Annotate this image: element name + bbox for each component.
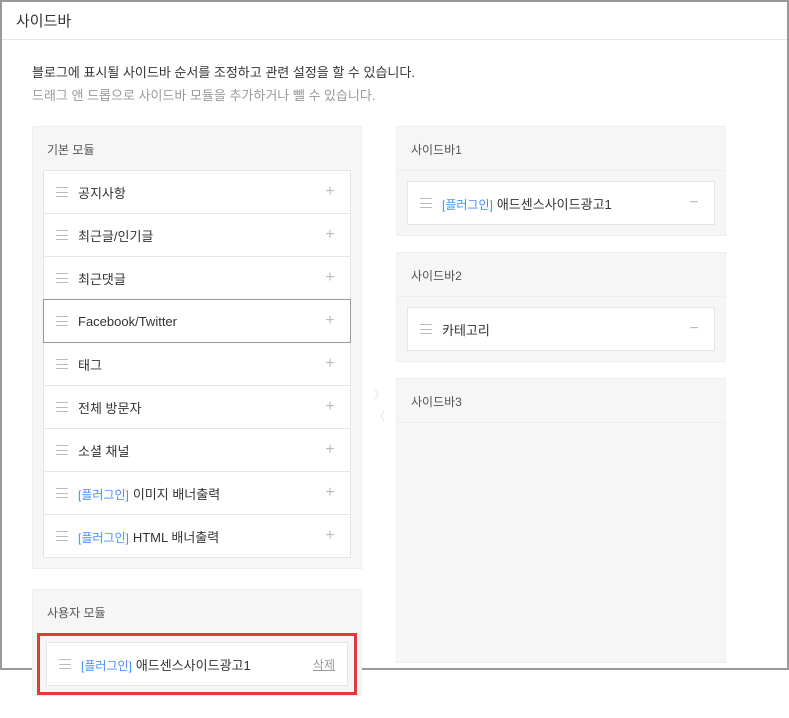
drag-handle-icon <box>420 324 432 334</box>
user-modules-panel: 사용자 모듈 [플러그인]애드센스사이드광고1 삭제 <box>32 589 362 696</box>
drag-handle-icon <box>56 445 68 455</box>
plugin-tag: [플러그인] <box>442 198 493 212</box>
basic-modules-header: 기본 모듈 <box>33 127 361 170</box>
module-item-recent-comments[interactable]: 최근댓글 + <box>43 256 351 300</box>
plugin-tag: [플러그인] <box>81 659 132 673</box>
module-item-notice[interactable]: 공지사항 + <box>43 170 351 214</box>
highlighted-user-module: [플러그인]애드센스사이드광고1 삭제 <box>37 633 357 695</box>
window-title: 사이드바 <box>2 2 787 40</box>
module-text: 애드센스사이드광고1 <box>136 658 251 673</box>
plugin-tag: [플러그인] <box>78 531 129 545</box>
plugin-tag: [플러그인] <box>78 488 129 502</box>
drag-handle-icon <box>59 659 71 669</box>
module-label: [플러그인] 이미지 배너출력 <box>78 484 322 503</box>
module-text: HTML 배너출력 <box>133 530 219 545</box>
module-label: 카테고리 <box>442 320 686 339</box>
column-divider-arrows: 〉 〈 <box>374 386 385 424</box>
module-label: 태그 <box>78 355 322 374</box>
sidebar1-body[interactable]: [플러그인] 애드센스사이드광고1 − <box>396 171 726 236</box>
add-icon[interactable]: + <box>322 484 338 502</box>
module-text: 애드센스사이드광고1 <box>497 197 612 212</box>
module-label: 최근글/인기글 <box>78 226 322 245</box>
sidebar3-body[interactable] <box>396 423 726 663</box>
add-icon[interactable]: + <box>322 183 338 201</box>
module-item-visitors[interactable]: 전체 방문자 + <box>43 385 351 429</box>
remove-icon[interactable]: − <box>686 320 702 338</box>
add-icon[interactable]: + <box>322 441 338 459</box>
description-main: 블로그에 표시될 사이드바 순서를 조정하고 관련 설정을 할 수 있습니다. <box>32 62 757 81</box>
description-sub: 드래그 앤 드롭으로 사이드바 모듈을 추가하거나 뺄 수 있습니다. <box>32 85 757 104</box>
drag-handle-icon <box>420 198 432 208</box>
add-icon[interactable]: + <box>322 269 338 287</box>
add-icon[interactable]: + <box>322 527 338 545</box>
content-area: 블로그에 표시될 사이드바 순서를 조정하고 관련 설정을 할 수 있습니다. … <box>2 40 787 718</box>
sidebar2-header: 사이드바2 <box>396 252 726 297</box>
add-icon[interactable]: + <box>322 312 338 330</box>
module-label: [플러그인] 애드센스사이드광고1 <box>442 194 686 213</box>
drag-handle-icon <box>56 531 68 541</box>
module-label: 소셜 채널 <box>78 441 322 460</box>
drag-handle-icon <box>56 273 68 283</box>
sidebar3-header: 사이드바3 <box>396 378 726 423</box>
arrow-left-icon: 〈 <box>374 408 385 424</box>
drag-handle-icon <box>56 359 68 369</box>
module-item-facebook-twitter[interactable]: Facebook/Twitter + <box>43 299 351 343</box>
module-item-recent-popular[interactable]: 최근글/인기글 + <box>43 213 351 257</box>
add-icon[interactable]: + <box>322 398 338 416</box>
sidebar1-item-adsense[interactable]: [플러그인] 애드센스사이드광고1 − <box>407 181 715 225</box>
drag-handle-icon <box>56 187 68 197</box>
sidebar2-item-category[interactable]: 카테고리 − <box>407 307 715 351</box>
basic-modules-list: 공지사항 + 최근글/인기글 + 최근댓글 + <box>33 170 361 568</box>
module-item-tag[interactable]: 태그 + <box>43 342 351 386</box>
arrow-right-icon: 〉 <box>374 386 385 402</box>
sidebar2-body[interactable]: 카테고리 − <box>396 297 726 362</box>
user-modules-header: 사용자 모듈 <box>33 590 361 633</box>
drag-handle-icon <box>56 402 68 412</box>
module-item-adsense-side-ad[interactable]: [플러그인]애드센스사이드광고1 삭제 <box>46 642 348 686</box>
module-label: 최근댓글 <box>78 269 322 288</box>
module-item-image-banner[interactable]: [플러그인] 이미지 배너출력 + <box>43 471 351 515</box>
sidebar-sections-column: 사이드바1 [플러그인] 애드센스사이드광고1 − 사이드바2 카테고리 <box>396 126 726 696</box>
module-text: 이미지 배너출력 <box>133 487 220 502</box>
module-item-html-banner[interactable]: [플러그인] HTML 배너출력 + <box>43 514 351 558</box>
add-icon[interactable]: + <box>322 355 338 373</box>
add-icon[interactable]: + <box>322 226 338 244</box>
columns-container: 〉 〈 기본 모듈 공지사항 + 최근글/인기글 <box>32 126 757 696</box>
available-modules-column: 기본 모듈 공지사항 + 최근글/인기글 + <box>32 126 362 696</box>
module-label: 전체 방문자 <box>78 398 322 417</box>
module-label: [플러그인] HTML 배너출력 <box>78 527 322 546</box>
sidebar1-header: 사이드바1 <box>396 126 726 171</box>
module-item-social[interactable]: 소셜 채널 + <box>43 428 351 472</box>
drag-handle-icon <box>56 316 68 326</box>
basic-modules-panel: 기본 모듈 공지사항 + 최근글/인기글 + <box>32 126 362 569</box>
remove-icon[interactable]: − <box>686 194 702 212</box>
drag-handle-icon <box>56 488 68 498</box>
module-label: Facebook/Twitter <box>78 314 322 329</box>
module-label: [플러그인] 애드센스사이드광고1 <box>81 655 313 674</box>
module-label: 공지사항 <box>78 183 322 202</box>
sidebar-settings-window: 사이드바 블로그에 표시될 사이드바 순서를 조정하고 관련 설정을 할 수 있… <box>2 2 787 668</box>
drag-handle-icon <box>56 230 68 240</box>
